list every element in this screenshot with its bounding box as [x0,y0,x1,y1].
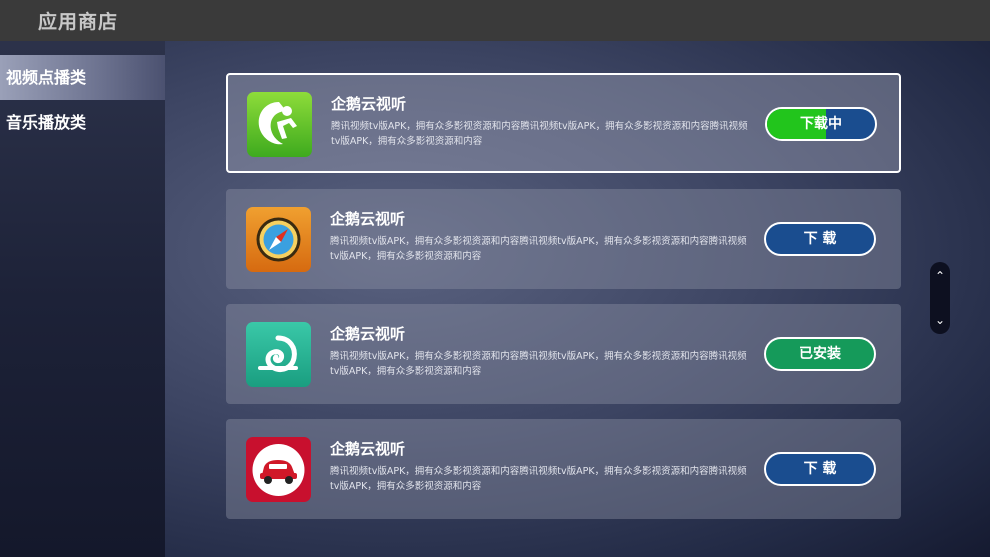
app-card[interactable]: 企鹅云视听 腾讯视频tv版APK，拥有众多影视资源和内容腾讯视频tv版APK，拥… [226,304,901,404]
sidebar-item-music-player[interactable]: 音乐播放类 [0,100,165,145]
app-title: 企鹅云视听 [331,95,407,113]
app-title: 企鹅云视听 [330,325,406,343]
compass-icon [246,207,311,272]
app-title: 企鹅云视听 [330,210,406,228]
chevron-up-icon[interactable]: ⌃ [930,265,950,287]
downloading-button[interactable]: 下载中 [765,107,877,141]
header-bar: 应用商店 [0,0,990,41]
download-button[interactable]: 下 载 [764,452,876,486]
snail-shell-icon [246,322,311,387]
app-title: 应用商店 [38,11,119,33]
red-car-icon [246,437,311,502]
app-description: 腾讯视频tv版APK，拥有众多影视资源和内容腾讯视频tv版APK，拥有众多影视资… [330,351,747,377]
app-title: 企鹅云视听 [330,440,406,458]
installed-button[interactable]: 已安装 [764,337,876,371]
sidebar-item-video-on-demand[interactable]: 视频点播类 [0,55,165,100]
app-description: 腾讯视频tv版APK，拥有众多影视资源和内容腾讯视频tv版APK，拥有众多影视资… [331,121,748,147]
app-description: 腾讯视频tv版APK，拥有众多影视资源和内容腾讯视频tv版APK，拥有众多影视资… [330,236,747,262]
scroll-control: ⌃ ⌄ [930,262,950,334]
button-label: 下载中 [800,116,842,132]
sidebar: 视频点播类 音乐播放类 [0,41,165,557]
app-card[interactable]: 企鹅云视听 腾讯视频tv版APK，拥有众多影视资源和内容腾讯视频tv版APK，拥… [226,73,901,173]
chevron-down-icon[interactable]: ⌄ [930,309,950,331]
app-card[interactable]: 企鹅云视听 腾讯视频tv版APK，拥有众多影视资源和内容腾讯视频tv版APK，拥… [226,419,901,519]
download-button[interactable]: 下 载 [764,222,876,256]
green-runner-icon [247,92,312,157]
app-description: 腾讯视频tv版APK，拥有众多影视资源和内容腾讯视频tv版APK，拥有众多影视资… [330,466,747,492]
app-card[interactable]: 企鹅云视听 腾讯视频tv版APK，拥有众多影视资源和内容腾讯视频tv版APK，拥… [226,189,901,289]
